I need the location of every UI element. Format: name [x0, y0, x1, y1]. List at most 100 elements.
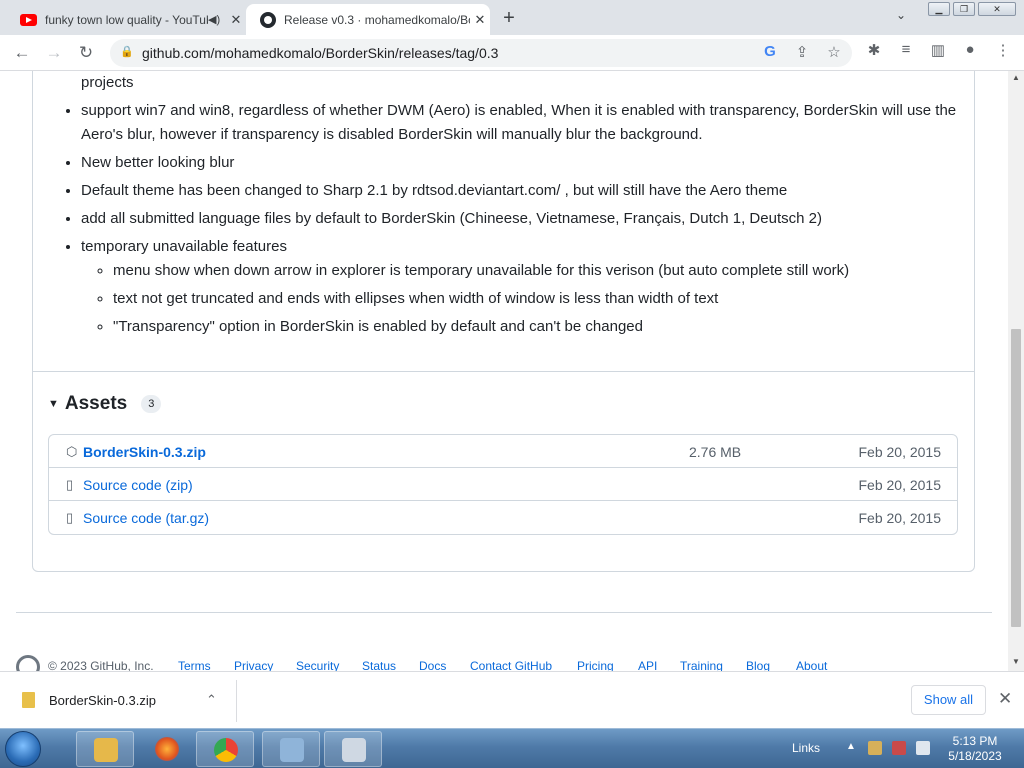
asset-date: Feb 20, 2015 — [858, 444, 941, 460]
bookmark-star-icon[interactable]: ☆ — [824, 43, 844, 61]
taskbar-keyboard[interactable] — [324, 731, 382, 767]
new-tab-button[interactable]: + — [498, 7, 520, 30]
asset-link[interactable]: Source code (zip) — [83, 477, 193, 493]
download-shelf: BorderSkin-0.3.zip ⌃ Show all ✕ — [0, 671, 1024, 728]
asset-link[interactable]: BorderSkin-0.3.zip — [83, 444, 206, 460]
release-notes: projects support win7 and win8, regardle… — [48, 71, 958, 343]
links-toolbar[interactable]: Links — [792, 741, 820, 755]
list-item: temporary unavailable features menu show… — [81, 235, 958, 339]
close-tab-icon[interactable]: ✕ — [226, 12, 246, 28]
footer-link-docs[interactable]: Docs — [419, 659, 446, 671]
asset-link-label[interactable]: Source code — [83, 510, 162, 526]
asset-row: ▯ Source code (zip) Feb 20, 2015 — [49, 468, 957, 501]
footer-link-contact[interactable]: Contact GitHub — [470, 659, 552, 671]
footer-link-privacy[interactable]: Privacy — [234, 659, 273, 671]
tray-app-icon[interactable] — [868, 741, 882, 755]
scroll-up-icon[interactable]: ▲ — [1012, 73, 1020, 82]
assets-count-badge: 3 — [141, 395, 162, 413]
side-panel-icon[interactable]: ▥ — [928, 41, 948, 59]
tab-title: Release v0.3 · mohamedkomalo/BorderSkin — [284, 12, 470, 27]
mouse-cursor-icon — [300, 146, 309, 170]
minimize-button[interactable]: ▁ — [928, 2, 950, 16]
file-zip-icon: ▯ — [66, 477, 74, 492]
system-clock[interactable]: 5:13 PM 5/18/2023 — [940, 734, 1010, 764]
asset-link-suffix[interactable]: (zip) — [166, 477, 193, 493]
footer-link-api[interactable]: API — [638, 659, 657, 671]
asset-link[interactable]: Source code (tar.gz) — [83, 510, 209, 526]
taskbar-control-panel[interactable] — [262, 731, 320, 767]
assets-heading[interactable]: Assets — [65, 393, 127, 415]
tab-search-chevron-icon[interactable]: ⌄ — [896, 8, 906, 22]
footer-copyright: © 2023 GitHub, Inc. — [48, 659, 154, 671]
firefox-icon — [155, 737, 179, 761]
extensions-icon[interactable]: ✱ — [864, 41, 884, 59]
taskbar-chrome[interactable] — [196, 731, 254, 767]
show-all-button[interactable]: Show all — [911, 685, 986, 715]
volume-icon[interactable] — [916, 741, 930, 755]
asset-row: ▯ Source code (tar.gz) Feb 20, 2015 — [49, 501, 957, 534]
footer-link-blog[interactable]: Blog — [746, 659, 770, 671]
lock-icon[interactable]: 🔒 — [120, 45, 134, 58]
assets-toggle[interactable]: ▼ Assets 3 — [48, 393, 162, 415]
media-control-icon[interactable]: ≡ — [896, 41, 916, 58]
page-footer: © 2023 GitHub, Inc. Terms Privacy Securi… — [16, 655, 992, 671]
back-button[interactable]: ← — [10, 41, 34, 65]
list-item: Default theme has been changed to Sharp … — [81, 179, 958, 203]
note-continuation: projects — [81, 74, 134, 91]
url-text[interactable]: github.com/mohamedkomalo/BorderSkin/rele… — [142, 45, 498, 61]
close-tab-icon[interactable]: ✕ — [470, 12, 490, 28]
tab-release[interactable]: Release v0.3 · mohamedkomalo/BorderSkin … — [246, 4, 490, 35]
network-icon[interactable] — [892, 741, 906, 755]
close-window-button[interactable]: ✕ — [978, 2, 1016, 16]
control-panel-icon — [280, 738, 304, 762]
reload-button[interactable]: ↻ — [74, 41, 98, 65]
github-icon — [260, 11, 276, 28]
scrollbar-thumb[interactable] — [1011, 329, 1021, 627]
speaker-icon[interactable]: ◀) — [208, 13, 226, 26]
footer-link-security[interactable]: Security — [296, 659, 339, 671]
taskbar-explorer[interactable] — [76, 731, 134, 767]
list-item-text: temporary unavailable features — [81, 238, 287, 255]
youtube-icon — [20, 13, 37, 26]
sub-notes-list: menu show when down arrow in explorer is… — [81, 259, 958, 339]
keyboard-icon — [342, 738, 366, 762]
footer-link-status[interactable]: Status — [362, 659, 396, 671]
list-item: New better looking blur — [81, 151, 958, 175]
asset-size: 2.76 MB — [689, 444, 742, 460]
file-zip-icon: ▯ — [66, 510, 74, 525]
clock-date: 5/18/2023 — [948, 749, 1002, 763]
folder-icon — [94, 738, 118, 762]
divider — [33, 371, 974, 372]
taskbar-firefox[interactable] — [138, 731, 196, 767]
share-icon[interactable]: ⇪ — [792, 43, 812, 61]
page-content: projects support win7 and win8, regardle… — [0, 71, 1008, 671]
profile-avatar-icon[interactable]: ● — [960, 41, 980, 58]
close-shelf-icon[interactable]: ✕ — [998, 689, 1012, 709]
footer-link-pricing[interactable]: Pricing — [577, 659, 614, 671]
caret-down-icon[interactable]: ▼ — [48, 398, 59, 410]
chevron-up-icon[interactable]: ⌃ — [206, 692, 217, 708]
restore-button[interactable]: ❐ — [953, 2, 975, 16]
windows-taskbar: Links ▲ 5:13 PM 5/18/2023 — [0, 728, 1024, 768]
tab-youtube[interactable]: funky town low quality - YouTube ◀) ✕ — [8, 4, 246, 35]
forward-button[interactable]: → — [42, 41, 66, 65]
chrome-icon — [214, 738, 238, 762]
address-bar[interactable]: 🔒 github.com/mohamedkomalo/BorderSkin/re… — [110, 39, 852, 67]
footer-link-terms[interactable]: Terms — [178, 659, 211, 671]
sub-list-item: menu show when down arrow in explorer is… — [113, 259, 958, 283]
notes-list: support win7 and win8, regardless of whe… — [48, 99, 958, 339]
footer-link-training[interactable]: Training — [680, 659, 723, 671]
github-logo-icon[interactable] — [16, 655, 40, 671]
scroll-down-icon[interactable]: ▼ — [1012, 657, 1020, 666]
asset-link-label[interactable]: Source code — [83, 477, 162, 493]
asset-link-suffix[interactable]: (tar.gz) — [166, 510, 210, 526]
zip-file-icon[interactable] — [22, 692, 35, 708]
download-file-name[interactable]: BorderSkin-0.3.zip — [49, 693, 156, 708]
tray-chevron-icon[interactable]: ▲ — [846, 741, 856, 752]
package-icon: ⬡ — [66, 444, 78, 459]
google-lens-icon[interactable]: G — [760, 43, 780, 60]
footer-link-about[interactable]: About — [796, 659, 827, 671]
menu-kebab-icon[interactable]: ⋮ — [993, 41, 1013, 59]
start-button[interactable] — [5, 731, 41, 767]
page-scrollbar[interactable]: ▲ ▼ — [1008, 71, 1024, 671]
